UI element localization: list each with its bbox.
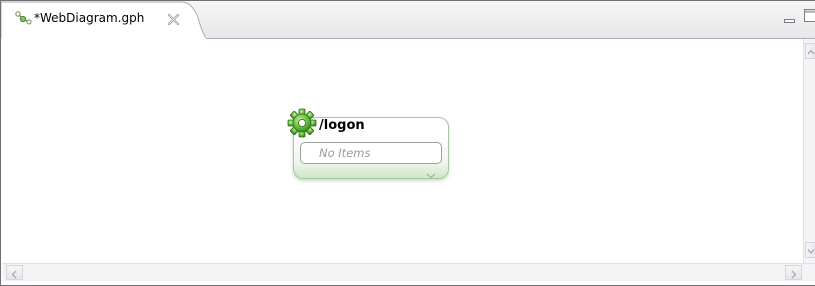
editor-bottom-edge: [2, 281, 815, 285]
scroll-right-icon[interactable]: [785, 265, 802, 280]
vertical-scrollbar[interactable]: [803, 39, 815, 263]
close-icon[interactable]: [167, 11, 180, 26]
editor-tab-webdiagram[interactable]: *WebDiagram.gph: [1, 1, 206, 39]
node-items-compartment[interactable]: No Items: [300, 142, 442, 164]
editor-window: *WebDiagram.gph /logon No Items: [0, 0, 815, 286]
node-title: /logon: [319, 118, 365, 133]
scroll-up-icon[interactable]: [805, 43, 815, 59]
minimize-icon[interactable]: [784, 10, 796, 23]
chevron-down-icon[interactable]: [426, 164, 436, 179]
diagram-file-icon: [14, 10, 32, 26]
node-items-placeholder: No Items: [319, 146, 371, 160]
gear-icon: [287, 108, 317, 138]
scroll-left-icon[interactable]: [6, 265, 23, 280]
tab-title: *WebDiagram.gph: [34, 11, 145, 25]
scroll-down-icon[interactable]: [805, 242, 815, 258]
editor-tab-strip: *WebDiagram.gph: [1, 1, 815, 39]
horizontal-scrollbar[interactable]: [2, 263, 815, 281]
maximize-icon[interactable]: [804, 8, 815, 22]
